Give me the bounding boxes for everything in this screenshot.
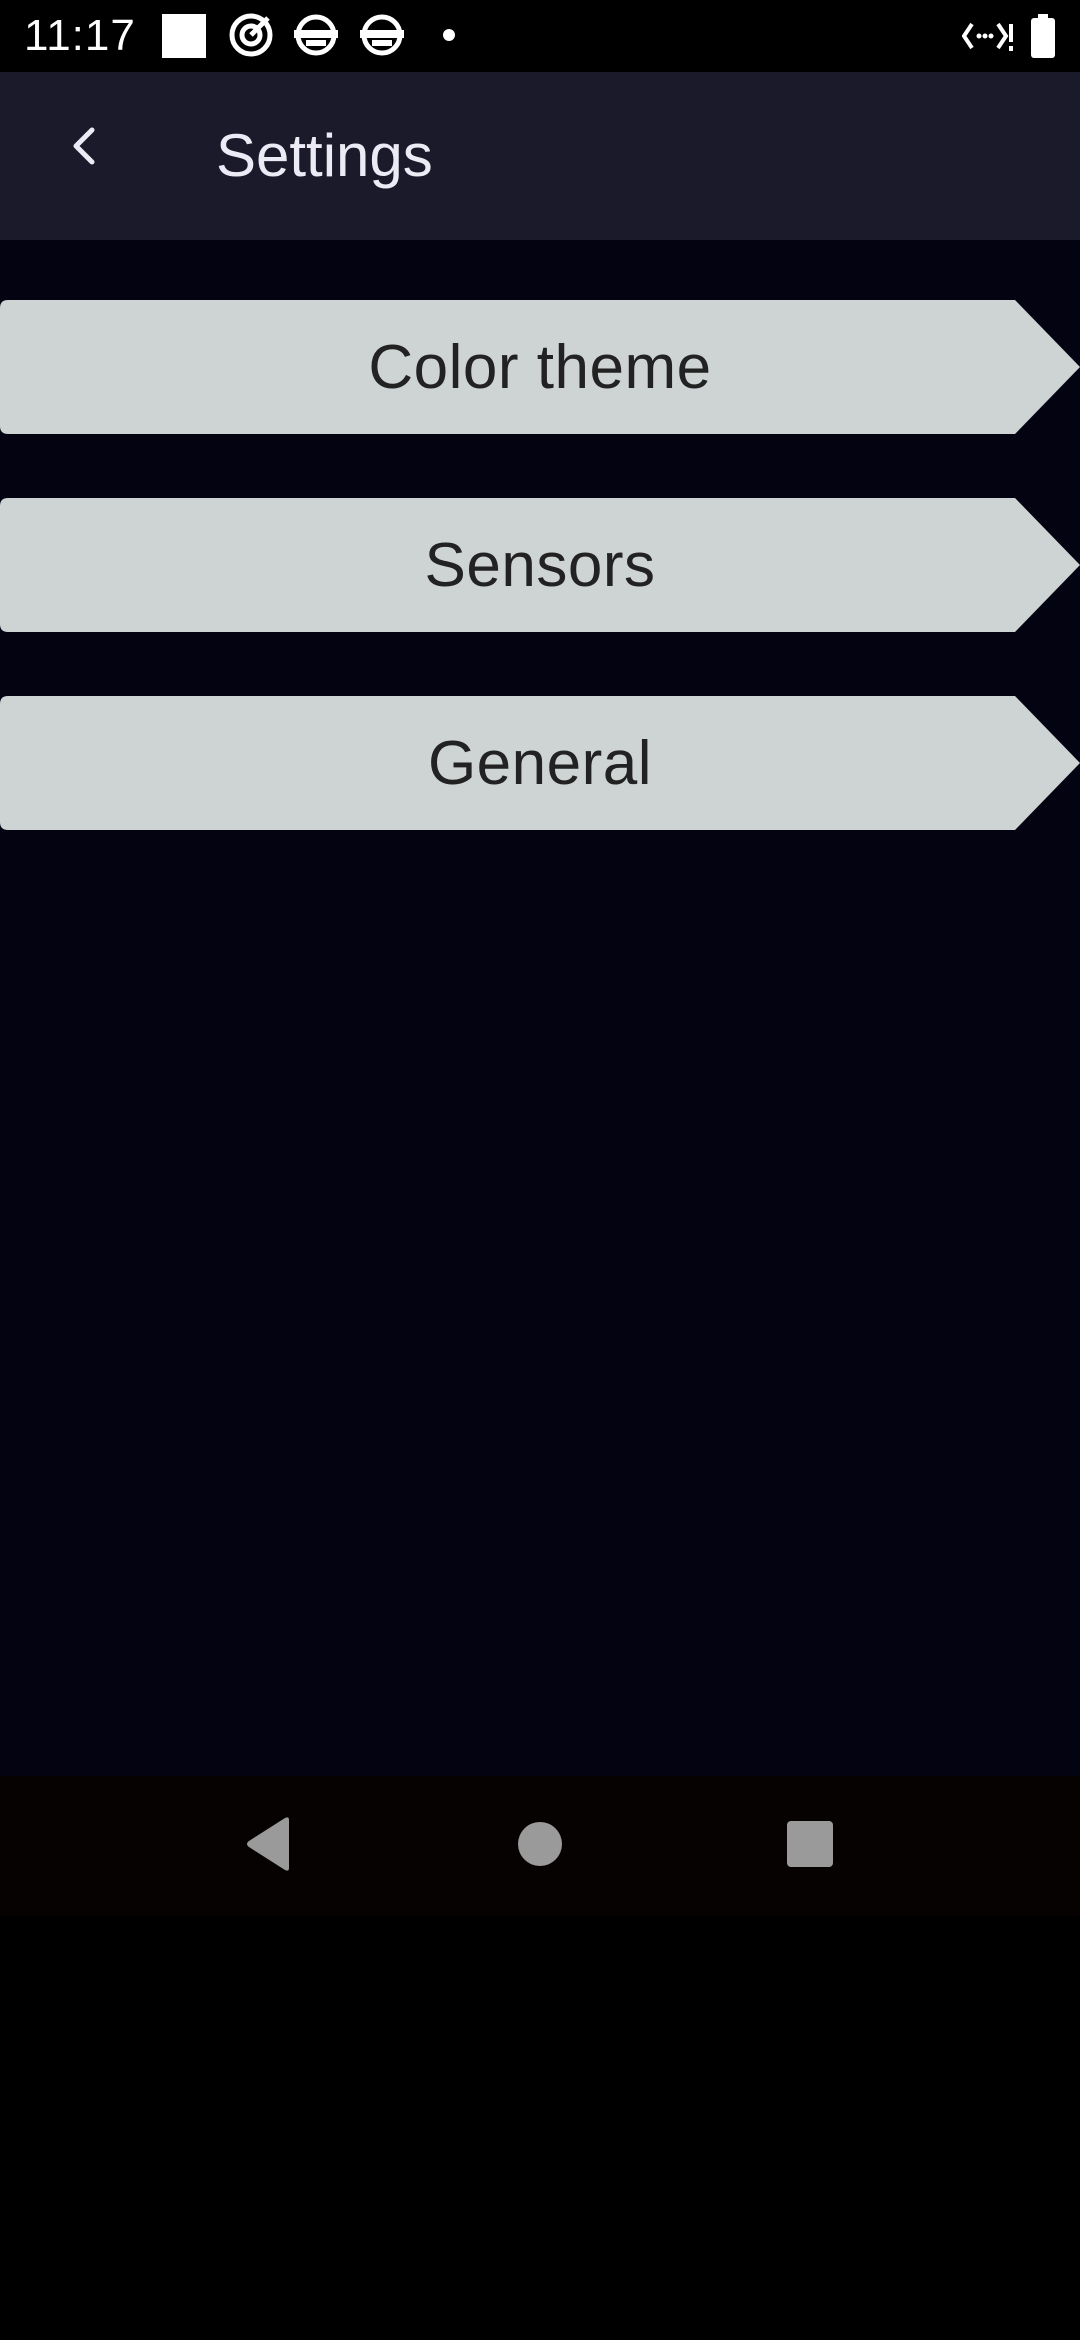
target-icon xyxy=(228,12,274,63)
status-bar: 11:17 xyxy=(0,0,1080,72)
back-button[interactable] xyxy=(44,108,124,188)
app-face-icon xyxy=(358,12,406,63)
battery-icon xyxy=(1030,14,1056,63)
settings-content: Color theme Sensors General xyxy=(0,240,1080,1776)
menu-item-label: Color theme xyxy=(368,332,712,402)
nav-recents-button[interactable] xyxy=(764,1800,856,1892)
blank-area xyxy=(0,1916,1080,2340)
menu-item-sensors[interactable]: Sensors xyxy=(0,498,1080,632)
nav-home-button[interactable] xyxy=(494,1800,586,1892)
recents-square-icon xyxy=(787,1820,833,1872)
nav-back-button[interactable] xyxy=(222,1800,314,1892)
system-nav-bar xyxy=(0,1776,1080,1916)
back-triangle-icon xyxy=(243,1816,293,1877)
menu-item-label: General xyxy=(427,728,653,798)
data-arrows-icon xyxy=(961,18,1014,59)
menu-item-color-theme[interactable]: Color theme xyxy=(0,300,1080,434)
screen: 11:17 Settings Color theme Sensors Gener… xyxy=(0,0,1080,2340)
status-time: 11:17 xyxy=(24,11,136,60)
notification-dot-icon xyxy=(442,28,456,47)
menu-item-general[interactable]: General xyxy=(0,696,1080,830)
white-square-icon xyxy=(162,14,206,63)
chevron-left-icon xyxy=(64,124,104,173)
page-title: Settings xyxy=(216,122,433,189)
home-circle-icon xyxy=(517,1821,563,1872)
app-bar: Settings xyxy=(0,72,1080,240)
menu-item-label: Sensors xyxy=(424,530,656,600)
app-face-icon xyxy=(292,12,340,63)
